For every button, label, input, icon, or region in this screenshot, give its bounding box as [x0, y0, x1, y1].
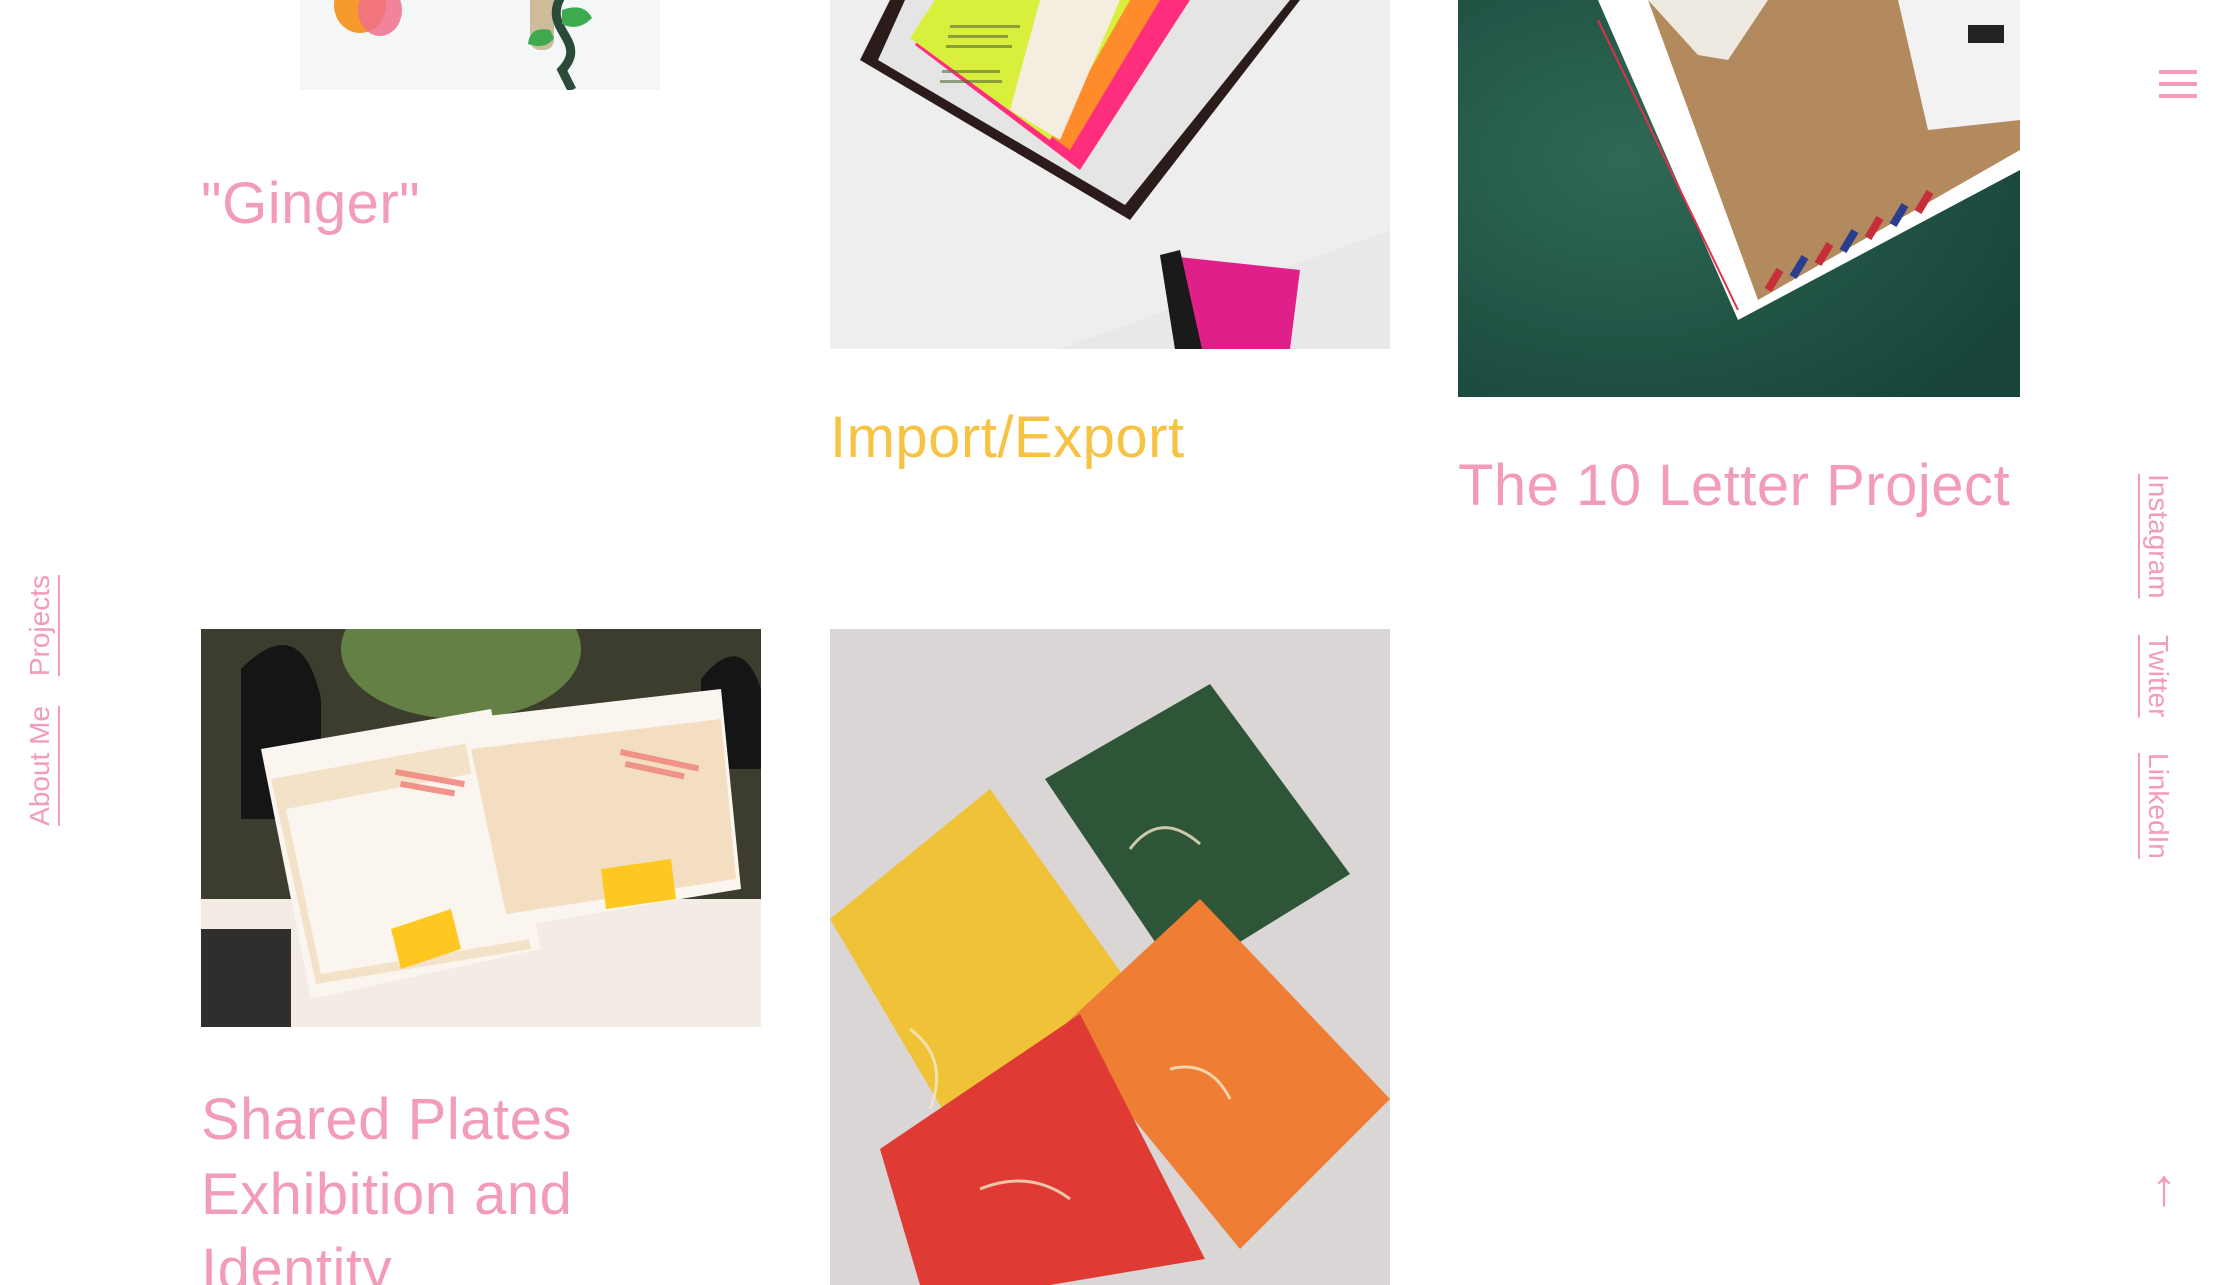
project-thumbnail-import-export[interactable] — [830, 0, 1390, 349]
nav-about-link[interactable]: About Me — [24, 706, 56, 826]
instagram-link[interactable]: Instagram — [2142, 474, 2174, 599]
ginger-illustration — [334, 0, 592, 90]
10-letter-photo — [1458, 0, 2020, 397]
project-title-import-export[interactable]: Import/Export — [830, 400, 1390, 475]
project-title-ginger[interactable]: "Ginger" — [201, 166, 761, 241]
social-nav: Instagram Twitter LinkedIn — [2142, 474, 2174, 859]
project-card-10-letter[interactable]: The 10 Letter Project — [1458, 0, 2028, 540]
project-card-ginger[interactable]: "Ginger" — [0, 0, 770, 260]
project-card-shared-plates[interactable]: Shared Plates Exhibition and Identity — [201, 629, 761, 1285]
shared-plates-photo — [201, 629, 761, 1027]
project-thumbnail-shared-plates[interactable] — [201, 629, 761, 1027]
project-title-shared-plates[interactable]: Shared Plates Exhibition and Identity — [201, 1082, 621, 1285]
project-title-10-letter[interactable]: The 10 Letter Project — [1458, 448, 2028, 523]
linkedin-link[interactable]: LinkedIn — [2142, 753, 2174, 859]
left-nav: Projects About Me — [24, 575, 56, 826]
nav-projects-link[interactable]: Projects — [24, 575, 56, 676]
hamburger-icon[interactable] — [2159, 70, 2197, 98]
portfolio-page: Projects About Me Instagram Twitter Link… — [0, 0, 2217, 1285]
project-card-red-envelopes[interactable] — [830, 629, 1390, 1285]
project-card-import-export[interactable]: Import/Export — [830, 0, 1390, 480]
project-thumbnail-ginger[interactable] — [300, 0, 660, 90]
import-export-photo — [830, 0, 1390, 349]
arrow-up-icon[interactable]: ↑ — [2151, 1162, 2177, 1214]
project-thumbnail-10-letter[interactable] — [1458, 0, 2020, 397]
twitter-link[interactable]: Twitter — [2142, 635, 2174, 717]
project-thumbnail-red-envelopes[interactable] — [830, 629, 1390, 1285]
red-envelopes-photo — [830, 629, 1390, 1285]
